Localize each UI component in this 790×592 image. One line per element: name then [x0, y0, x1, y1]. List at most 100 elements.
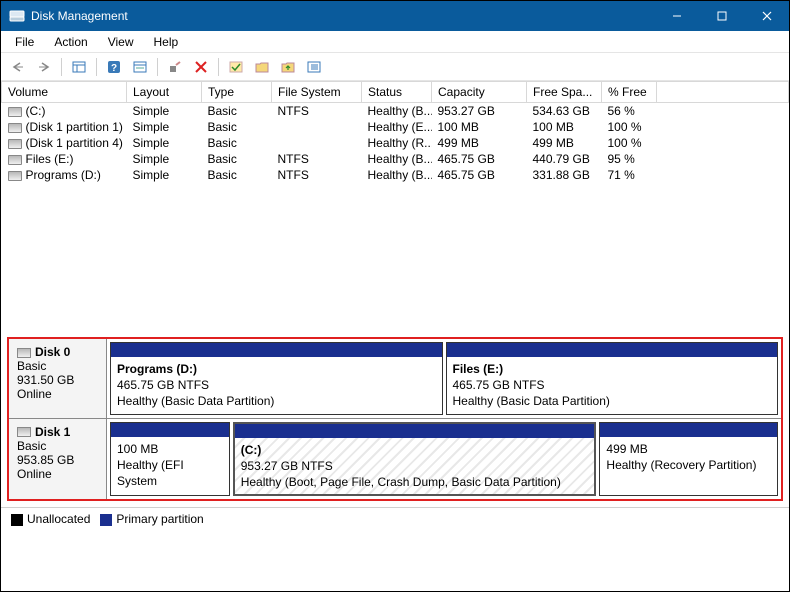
- check-button[interactable]: [225, 56, 247, 78]
- drive-icon: [8, 139, 22, 149]
- partition-state: Healthy (Basic Data Partition): [117, 393, 436, 409]
- folder-button[interactable]: [251, 56, 273, 78]
- cell: (Disk 1 partition 4): [2, 135, 127, 151]
- menu-help[interactable]: Help: [144, 33, 189, 51]
- cell: [657, 135, 789, 151]
- disk-row: Disk 1Basic953.85 GBOnline100 MBHealthy …: [9, 419, 781, 500]
- cell: Programs (D:): [2, 167, 127, 183]
- cell: Basic: [202, 103, 272, 120]
- partition[interactable]: 499 MBHealthy (Recovery Partition): [599, 422, 778, 497]
- cell: NTFS: [272, 167, 362, 183]
- table-row[interactable]: (Disk 1 partition 4)SimpleBasicHealthy (…: [2, 135, 789, 151]
- disk-label[interactable]: Disk 0Basic931.50 GBOnline: [9, 339, 107, 418]
- partition-sub: 953.27 GB NTFS: [241, 458, 589, 474]
- cell: Simple: [127, 151, 202, 167]
- cell: 331.88 GB: [527, 167, 602, 183]
- partition[interactable]: 100 MBHealthy (EFI System: [110, 422, 230, 497]
- show-hide-button[interactable]: [68, 56, 90, 78]
- cell: [272, 119, 362, 135]
- partition-title: Files (E:): [453, 362, 504, 376]
- cell: [657, 167, 789, 183]
- table-row[interactable]: Programs (D:) SimpleBasicNTFSHealthy (B..…: [2, 167, 789, 183]
- table-row[interactable]: (Disk 1 partition 1)SimpleBasicHealthy (…: [2, 119, 789, 135]
- column-header[interactable]: File System: [272, 82, 362, 103]
- menu-view[interactable]: View: [98, 33, 144, 51]
- cell: Healthy (B...: [362, 167, 432, 183]
- volume-label: Files (E:): [26, 152, 74, 166]
- drive-icon: [8, 155, 22, 165]
- disk-partitions: Programs (D:)465.75 GB NTFSHealthy (Basi…: [107, 339, 781, 418]
- cell: Healthy (E...: [362, 119, 432, 135]
- cell: 71 %: [602, 167, 657, 183]
- partition-body: 499 MBHealthy (Recovery Partition): [600, 437, 777, 496]
- table-row[interactable]: Files (E:)SimpleBasicNTFSHealthy (B...46…: [2, 151, 789, 167]
- maximize-button[interactable]: [699, 1, 744, 31]
- disk-icon: [17, 427, 31, 437]
- partition[interactable]: (C:)953.27 GB NTFSHealthy (Boot, Page Fi…: [233, 422, 597, 497]
- refresh-button[interactable]: [129, 56, 151, 78]
- menu-file[interactable]: File: [5, 33, 44, 51]
- cell: NTFS: [272, 103, 362, 120]
- volume-label: Programs (D:): [26, 168, 101, 182]
- disk-icon: [17, 348, 31, 358]
- partition-body: Programs (D:)465.75 GB NTFSHealthy (Basi…: [111, 357, 442, 414]
- cell: Simple: [127, 167, 202, 183]
- folder-up-button[interactable]: [277, 56, 299, 78]
- minimize-button[interactable]: [654, 1, 699, 31]
- menubar: File Action View Help: [1, 31, 789, 53]
- back-button[interactable]: [7, 56, 29, 78]
- app-icon: [9, 8, 25, 24]
- forward-button[interactable]: [33, 56, 55, 78]
- menu-action[interactable]: Action: [44, 33, 97, 51]
- column-header[interactable]: % Free: [602, 82, 657, 103]
- cell: 465.75 GB: [432, 151, 527, 167]
- volume-table[interactable]: VolumeLayoutTypeFile SystemStatusCapacit…: [1, 81, 789, 183]
- cell: Healthy (B...: [362, 151, 432, 167]
- volume-label: (Disk 1 partition 4): [26, 136, 123, 150]
- cell: Simple: [127, 103, 202, 120]
- cell: Basic: [202, 119, 272, 135]
- column-header-end: [657, 82, 789, 103]
- disk-partitions: 100 MBHealthy (EFI System(C:)953.27 GB N…: [107, 419, 781, 500]
- disk-size: 931.50 GB: [17, 373, 98, 387]
- cell: Healthy (B...: [362, 103, 432, 120]
- partition-state: Healthy (Basic Data Partition): [453, 393, 772, 409]
- column-header[interactable]: Free Spa...: [527, 82, 602, 103]
- partition-body: Files (E:)465.75 GB NTFSHealthy (Basic D…: [447, 357, 778, 414]
- cell: NTFS: [272, 151, 362, 167]
- disk-type: Basic: [17, 359, 98, 373]
- partition-title: Programs (D:): [117, 362, 197, 376]
- column-header[interactable]: Capacity: [432, 82, 527, 103]
- column-header[interactable]: Type: [202, 82, 272, 103]
- svg-text:?: ?: [111, 63, 117, 74]
- legend: Unallocated Primary partition: [1, 507, 789, 532]
- delete-button[interactable]: [190, 56, 212, 78]
- column-header[interactable]: Layout: [127, 82, 202, 103]
- volume-label: (C:): [26, 104, 46, 118]
- cell: Basic: [202, 167, 272, 183]
- volume-list-pane: VolumeLayoutTypeFile SystemStatusCapacit…: [1, 81, 789, 331]
- column-header[interactable]: Status: [362, 82, 432, 103]
- partition[interactable]: Programs (D:)465.75 GB NTFSHealthy (Basi…: [110, 342, 443, 415]
- partition[interactable]: Files (E:)465.75 GB NTFSHealthy (Basic D…: [446, 342, 779, 415]
- cell: Basic: [202, 135, 272, 151]
- properties-button[interactable]: [303, 56, 325, 78]
- close-button[interactable]: [744, 1, 789, 31]
- drive-icon: [8, 107, 22, 117]
- legend-swatch-unallocated: [11, 514, 23, 526]
- legend-primary-label: Primary partition: [116, 512, 203, 526]
- table-row[interactable]: (C:)SimpleBasicNTFSHealthy (B...953.27 G…: [2, 103, 789, 120]
- help-button[interactable]: ?: [103, 56, 125, 78]
- legend-unallocated-label: Unallocated: [27, 512, 90, 526]
- cell: Healthy (R...: [362, 135, 432, 151]
- volume-label: (Disk 1 partition 1): [26, 120, 123, 134]
- cell: 534.63 GB: [527, 103, 602, 120]
- column-header[interactable]: Volume: [2, 82, 127, 103]
- partition-header: [447, 343, 778, 357]
- cell: 100 %: [602, 119, 657, 135]
- disk-status: Online: [17, 387, 98, 401]
- cell: 499 MB: [432, 135, 527, 151]
- settings-button[interactable]: [164, 56, 186, 78]
- disk-name: Disk 1: [35, 425, 70, 439]
- disk-label[interactable]: Disk 1Basic953.85 GBOnline: [9, 419, 107, 500]
